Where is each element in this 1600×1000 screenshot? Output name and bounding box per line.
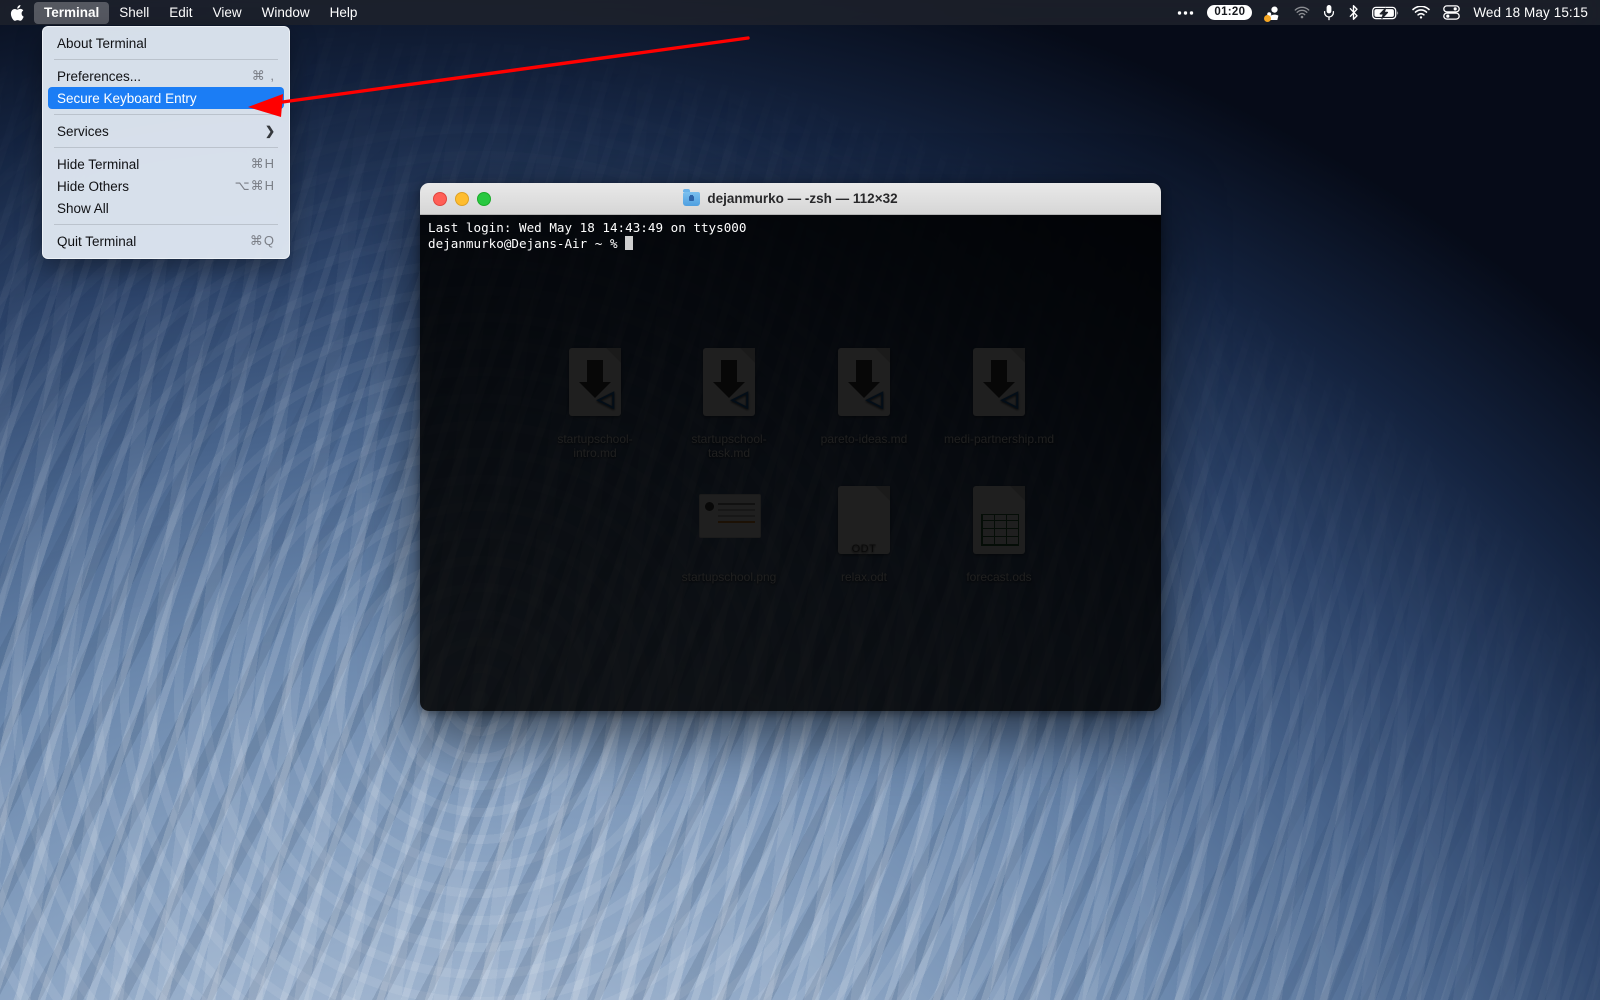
menu-item-label: Hide Others [57, 179, 235, 194]
menu-item-label: Services [57, 124, 265, 139]
menu-shell[interactable]: Shell [109, 2, 159, 24]
terminal-window[interactable]: dejanmurko — -zsh — 112×32 Last login: W… [420, 183, 1161, 711]
ellipsis-icon[interactable] [1177, 10, 1194, 16]
terminal-title: dejanmurko — -zsh — 112×32 [707, 191, 897, 206]
menu-edit[interactable]: Edit [159, 2, 202, 24]
menu-terminal[interactable]: Terminal [34, 2, 109, 24]
bluetooth-icon[interactable] [1348, 4, 1359, 21]
menu-item-label: Quit Terminal [57, 234, 250, 249]
terminal-line-1: Last login: Wed May 18 14:43:49 on ttys0… [428, 220, 746, 235]
menu-separator [54, 147, 278, 148]
menu-bar: Terminal Shell Edit View Window Help 01:… [0, 0, 1600, 25]
menu-item-label: Secure Keyboard Entry [57, 91, 275, 106]
apple-logo-icon[interactable] [0, 5, 34, 21]
terminal-prompt: dejanmurko@Dejans-Air ~ % [428, 236, 625, 251]
desktop-screen: ◁ startupschool-intro.md ◁ startupschool… [0, 0, 1600, 1000]
wifi-icon[interactable] [1412, 6, 1430, 20]
menu-item-shortcut: ⌥⌘H [235, 178, 275, 194]
menu-item-shortcut: ⌘ , [252, 68, 275, 84]
terminal-body[interactable]: Last login: Wed May 18 14:43:49 on ttys0… [420, 215, 1161, 711]
terminal-app-menu[interactable]: About Terminal Preferences... ⌘ , Secure… [42, 26, 290, 259]
menu-item-hide-terminal[interactable]: Hide Terminal ⌘H [48, 153, 284, 175]
menu-item-preferences[interactable]: Preferences... ⌘ , [48, 65, 284, 87]
menu-item-show-all[interactable]: Show All [48, 197, 284, 219]
menu-separator [54, 59, 278, 60]
menu-item-label: Show All [57, 201, 275, 216]
microphone-icon[interactable] [1323, 4, 1335, 21]
locked-folder-icon [683, 192, 700, 206]
airplay-icon[interactable] [1294, 5, 1310, 21]
terminal-title-container: dejanmurko — -zsh — 112×32 [420, 191, 1161, 206]
menu-item-label: About Terminal [57, 36, 275, 51]
terminal-titlebar[interactable]: dejanmurko — -zsh — 112×32 [420, 183, 1161, 215]
control-center-icon[interactable] [1443, 5, 1460, 20]
microphone-active-indicator [1264, 15, 1271, 22]
menu-item-about-terminal[interactable]: About Terminal [48, 32, 284, 54]
screen-sharing-icon[interactable] [1265, 5, 1281, 21]
menu-item-services[interactable]: Services ❯ [48, 120, 284, 142]
menu-item-label: Hide Terminal [57, 157, 251, 172]
chevron-right-icon: ❯ [265, 124, 275, 138]
menu-separator [54, 224, 278, 225]
menu-item-secure-keyboard-entry[interactable]: Secure Keyboard Entry [48, 87, 284, 109]
menu-item-hide-others[interactable]: Hide Others ⌥⌘H [48, 175, 284, 197]
menu-item-label: Preferences... [57, 69, 252, 84]
terminal-cursor [625, 236, 633, 250]
menu-view[interactable]: View [203, 2, 252, 24]
battery-charging-icon[interactable] [1372, 6, 1399, 20]
menu-item-shortcut: ⌘H [251, 156, 275, 172]
menu-item-shortcut: ⌘Q [250, 233, 275, 249]
menu-item-quit-terminal[interactable]: Quit Terminal ⌘Q [48, 230, 284, 252]
timer-badge[interactable]: 01:20 [1207, 5, 1252, 20]
menu-bar-clock[interactable]: Wed 18 May 15:15 [1473, 5, 1588, 20]
menu-bar-status-area: 01:20 [1177, 4, 1600, 21]
menu-separator [54, 114, 278, 115]
menu-window[interactable]: Window [252, 2, 320, 24]
menu-help[interactable]: Help [320, 2, 368, 24]
